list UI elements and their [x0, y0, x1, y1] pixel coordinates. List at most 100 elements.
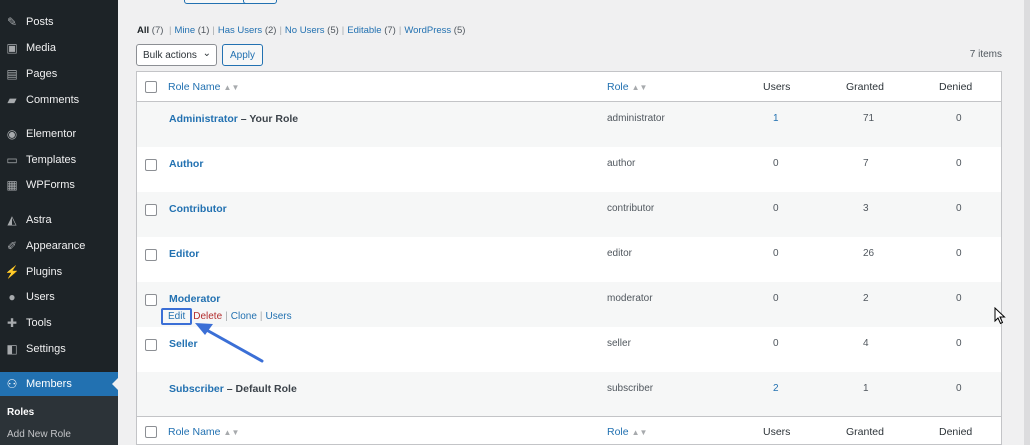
role-name-cell: Editor [169, 248, 199, 260]
sidebar-item-label: Plugins [26, 266, 63, 278]
role-name-link[interactable]: Seller [169, 338, 198, 350]
sidebar-item-plugins[interactable]: ⚡ Plugins [0, 260, 118, 284]
row-checkbox[interactable] [145, 249, 157, 261]
role-name-cell: Moderator [169, 293, 220, 305]
users-action-link[interactable]: Users [266, 311, 292, 322]
role-name-cell: Subscriber – Default Role [169, 383, 297, 395]
role-name-link[interactable]: Subscriber [169, 383, 224, 395]
users-count-cell: 0 [773, 158, 779, 169]
mouse-cursor-icon [994, 307, 1006, 325]
sidebar-item-members[interactable]: ⚇ Members [0, 372, 118, 396]
column-footer-role-name[interactable]: Role Name ▲▼ [168, 426, 239, 438]
users-count-cell[interactable]: 1 [773, 113, 779, 124]
table-row: Editor editor 0 26 0 [137, 237, 1001, 282]
filter-has-users[interactable]: Has Users (2) [218, 25, 277, 36]
column-footer-role[interactable]: Role ▲▼ [607, 426, 647, 438]
sort-icon: ▲▼ [223, 83, 240, 92]
table-row: Moderator moderator 0 2 0 Edit Delete | Clone | Us… [137, 282, 1001, 327]
submenu-item-roles[interactable]: Roles [7, 407, 34, 418]
table-row: Subscriber – Default Role subscriber 2 1 0 [137, 372, 1001, 417]
sidebar-item-label: Elementor [26, 128, 77, 140]
sort-icon: ▲▼ [223, 428, 240, 437]
column-footer-granted: Granted [846, 426, 884, 438]
denied-count-cell: 0 [956, 203, 962, 214]
role-name-link[interactable]: Contributor [169, 203, 227, 215]
top-button-stub-2[interactable] [243, 0, 277, 4]
table-footer: Role Name ▲▼ Role ▲▼ Users Granted Denied [137, 416, 1001, 444]
sidebar-item-appearance[interactable]: ✐ Appearance [0, 234, 118, 258]
denied-count-cell: 0 [956, 338, 962, 349]
role-slug-cell: administrator [607, 113, 665, 124]
role-name-link[interactable]: Moderator [169, 293, 220, 305]
column-header-granted: Granted [846, 81, 884, 93]
role-name-link[interactable]: Author [169, 158, 203, 170]
bulk-actions-select[interactable]: Bulk actions ⌄ [136, 44, 217, 66]
sidebar-item-label: Pages [26, 68, 58, 80]
granted-count-cell: 7 [863, 158, 869, 169]
select-all-checkbox-footer[interactable] [145, 426, 157, 438]
column-header-users: Users [763, 81, 791, 93]
column-header-role-name[interactable]: Role Name ▲▼ [168, 81, 239, 93]
column-header-role[interactable]: Role ▲▼ [607, 81, 647, 93]
sidebar-item-comments[interactable]: ▰ Comments [0, 88, 118, 112]
role-name-cell: Administrator – Your Role [169, 113, 298, 125]
sidebar-item-elementor[interactable]: ◉ Elementor [0, 122, 118, 146]
filter-all[interactable]: All (7) [137, 25, 163, 36]
role-name-link[interactable]: Editor [169, 248, 199, 260]
table-row: Seller seller 0 4 0 [137, 327, 1001, 372]
filter-separator: | [279, 25, 282, 36]
role-name-cell: Contributor [169, 203, 227, 215]
filter-mine[interactable]: Mine (1) [175, 25, 210, 36]
sidebar-item-media[interactable]: ▣ Media [0, 36, 118, 60]
table-row: Contributor contributor 0 3 0 [137, 192, 1001, 237]
select-all-checkbox[interactable] [145, 81, 157, 93]
top-button-stub[interactable] [184, 0, 252, 4]
row-checkbox[interactable] [145, 204, 157, 216]
users-count-cell[interactable]: 2 [773, 383, 779, 394]
clone-action-link[interactable]: Clone [231, 311, 257, 322]
granted-count-cell: 3 [863, 203, 869, 214]
sidebar-item-astra[interactable]: ◭ Astra [0, 208, 118, 232]
sidebar-item-pages[interactable]: ▤ Pages [0, 62, 118, 86]
table-row: Author author 0 7 0 [137, 147, 1001, 192]
sidebar-item-templates[interactable]: ▭ Templates [0, 148, 118, 172]
table-row: Administrator – Your Role administrator 1 7… [137, 102, 1001, 147]
role-slug-cell: subscriber [607, 383, 654, 394]
denied-count-cell: 0 [956, 248, 962, 259]
sidebar-item-label: Appearance [26, 240, 86, 252]
page-scrollbar[interactable] [1024, 0, 1030, 445]
users-count-cell: 0 [773, 248, 779, 259]
sidebar-item-tools[interactable]: ✚ Tools [0, 311, 118, 335]
role-slug-cell: editor [607, 248, 633, 259]
row-checkbox[interactable] [145, 294, 157, 306]
filter-no-users[interactable]: No Users (5) [285, 25, 339, 36]
sidebar-item-settings[interactable]: ◧ Settings [0, 337, 118, 361]
role-name-link[interactable]: Administrator [169, 113, 238, 125]
sidebar-item-label: Media [26, 42, 56, 54]
sidebar-item-label: Astra [26, 214, 52, 226]
wpforms-icon: ▦ [6, 178, 18, 192]
sidebar-item-label: Comments [26, 94, 80, 106]
row-checkbox[interactable] [145, 339, 157, 351]
granted-count-cell: 2 [863, 293, 869, 304]
delete-action-link[interactable]: Delete [193, 311, 222, 322]
brush-icon: ✐ [6, 239, 18, 253]
row-checkbox[interactable] [145, 159, 157, 171]
apply-button[interactable]: Apply [222, 44, 263, 66]
bulk-actions-label: Bulk actions [143, 49, 197, 61]
sidebar-item-label: Users [26, 291, 55, 303]
filter-editable[interactable]: Editable (7) [347, 25, 396, 36]
sidebar-item-users[interactable]: ● Users [0, 285, 118, 309]
role-name-suffix: – Default Role [223, 383, 297, 395]
sort-icon: ▲▼ [631, 428, 648, 437]
action-separator: | [225, 311, 228, 322]
comment-icon: ▰ [7, 93, 17, 107]
sidebar-item-wpforms[interactable]: ▦ WPForms [0, 173, 118, 197]
submenu-item-add-new-role[interactable]: Add New Role [7, 429, 71, 440]
role-filter-links: All (7) | Mine (1) | Has Users (2) | No Users… [137, 25, 465, 36]
filter-wordpress[interactable]: WordPress (5) [404, 25, 465, 36]
edit-action-link[interactable]: Edit [161, 308, 193, 325]
sidebar-item-posts[interactable]: ✎ Posts [0, 10, 118, 34]
granted-count-cell: 4 [863, 338, 869, 349]
media-icon: ▣ [6, 41, 18, 55]
